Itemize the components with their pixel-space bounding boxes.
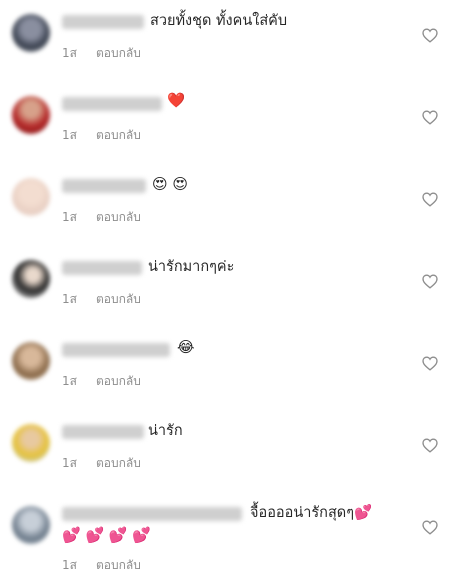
- like-heart-icon[interactable]: [422, 274, 438, 289]
- username-blurred[interactable]: [62, 15, 144, 29]
- comment-time: 1ส: [62, 456, 77, 470]
- comment-meta: 1ส ตอบกลับ: [62, 556, 141, 575]
- comment-time: 1ส: [62, 558, 77, 572]
- like-heart-icon[interactable]: [422, 28, 438, 43]
- avatar[interactable]: [12, 14, 50, 52]
- comment-text: สวยทั้งชุด ทั้งคนใส่คับ: [150, 13, 288, 29]
- comment-time: 1ส: [62, 292, 77, 306]
- comment-meta: 1ส ตอบกลับ: [62, 372, 141, 391]
- comment-meta: 1ส ตอบกลับ: [62, 290, 141, 309]
- like-heart-icon[interactable]: [422, 192, 438, 207]
- comment-time: 1ส: [62, 128, 77, 142]
- comment-text: น่ารัก: [148, 423, 183, 439]
- avatar[interactable]: [12, 342, 50, 380]
- like-heart-icon[interactable]: [422, 356, 438, 371]
- avatar[interactable]: [12, 260, 50, 298]
- reply-button[interactable]: ตอบกลับ: [96, 556, 141, 575]
- username-blurred[interactable]: [62, 343, 170, 357]
- username-blurred[interactable]: [62, 179, 146, 193]
- comment-time: 1ส: [62, 210, 77, 224]
- reply-button[interactable]: ตอบกลับ: [96, 126, 141, 145]
- username-blurred[interactable]: [62, 425, 144, 439]
- username-blurred[interactable]: [62, 507, 242, 521]
- reply-button[interactable]: ตอบกลับ: [96, 290, 141, 309]
- reply-button[interactable]: ตอบกลับ: [96, 44, 141, 63]
- comment-meta: 1ส ตอบกลับ: [62, 208, 141, 227]
- reply-button[interactable]: ตอบกลับ: [96, 454, 141, 473]
- like-heart-icon[interactable]: [422, 520, 438, 535]
- avatar[interactable]: [12, 96, 50, 134]
- reply-button[interactable]: ตอบกลับ: [96, 208, 141, 227]
- username-blurred[interactable]: [62, 261, 142, 275]
- like-heart-icon[interactable]: [422, 438, 438, 453]
- avatar[interactable]: [12, 506, 50, 544]
- comment-time: 1ส: [62, 374, 77, 388]
- username-blurred[interactable]: [62, 97, 162, 111]
- comment-text: น่ารักมากๆค่ะ: [148, 259, 235, 275]
- comment-text: จื้ออออน่ารักสุดๆ💕: [250, 505, 373, 521]
- reply-button[interactable]: ตอบกลับ: [96, 372, 141, 391]
- comment-meta: 1ส ตอบกลับ: [62, 126, 141, 145]
- comment-text-line2: 💕 💕 💕 💕: [62, 526, 152, 544]
- comment-text: 😂: [177, 338, 195, 356]
- comment-meta: 1ส ตอบกลับ: [62, 44, 141, 63]
- comment-text: ❤️: [167, 93, 186, 109]
- comment-time: 1ส: [62, 46, 77, 60]
- like-heart-icon[interactable]: [422, 110, 438, 125]
- avatar[interactable]: [12, 178, 50, 216]
- avatar[interactable]: [12, 424, 50, 462]
- comment-meta: 1ส ตอบกลับ: [62, 454, 141, 473]
- comment-text: 😍 😍: [152, 175, 189, 193]
